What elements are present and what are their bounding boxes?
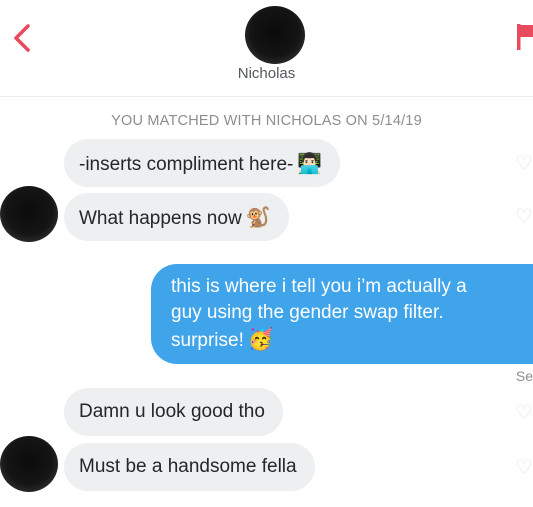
received-message-bubble[interactable]: Must be a handsome fella	[64, 443, 315, 491]
monkey-emoji-icon: 🐒	[245, 205, 271, 229]
like-heart-icon[interactable]: ♡	[515, 457, 533, 477]
sender-avatar	[0, 436, 58, 492]
message-line: surprise!	[171, 330, 244, 351]
match-avatar[interactable]	[245, 6, 305, 64]
like-heart-icon[interactable]: ♡	[515, 402, 533, 422]
received-message-bubble[interactable]: -inserts compliment here- 👨🏻‍💻	[64, 139, 341, 187]
flag-icon	[517, 24, 533, 50]
technologist-emoji-icon: 👨🏻‍💻	[297, 151, 323, 175]
message-text: Damn u look good tho	[79, 401, 265, 422]
chat-header: Nicholas	[0, 0, 533, 97]
message-line: guy using the gender swap filter.	[171, 302, 444, 323]
match-name[interactable]: Nicholas	[0, 65, 533, 82]
like-heart-icon[interactable]: ♡	[515, 206, 533, 226]
chevron-left-icon	[14, 24, 30, 52]
received-message-bubble[interactable]: What happens now 🐒	[64, 193, 289, 241]
like-heart-icon[interactable]: ♡	[515, 153, 533, 173]
received-message-bubble[interactable]: Damn u look good tho	[64, 388, 283, 436]
report-button[interactable]	[511, 20, 533, 54]
message-text: Must be a handsome fella	[79, 456, 297, 477]
message-line: this is where i tell you i’m actually a	[171, 276, 467, 297]
seen-status: Se	[515, 368, 533, 384]
sender-avatar	[0, 186, 58, 242]
message-last-line: surprise! 🥳	[171, 326, 523, 354]
message-text: What happens now	[79, 208, 242, 229]
partying-face-emoji-icon: 🥳	[247, 327, 275, 351]
message-text: -inserts compliment here-	[79, 154, 294, 175]
back-button[interactable]	[6, 18, 42, 58]
match-date-banner: YOU MATCHED WITH NICHOLAS ON 5/14/19	[111, 113, 422, 129]
sent-message-bubble[interactable]: this is where i tell you i’m actually a …	[151, 264, 533, 364]
